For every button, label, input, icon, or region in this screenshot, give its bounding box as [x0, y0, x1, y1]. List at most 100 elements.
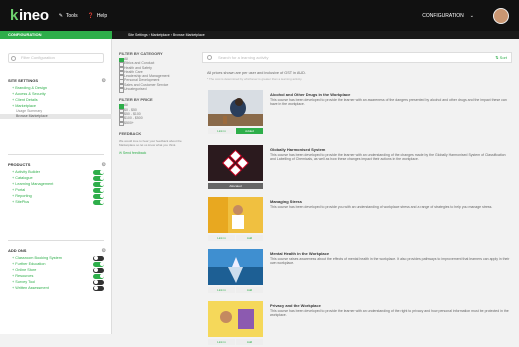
course-description: This course has been developed to provid… — [270, 309, 509, 318]
breadcrumb: Site Settings › Marketplace › Browse Mar… — [112, 31, 519, 39]
toggle-switch[interactable] — [93, 199, 104, 205]
course-card: Alcohol and Other Drugs in the Workplace… — [208, 90, 512, 136]
link-in-button[interactable]: Link in — [208, 235, 235, 241]
gear-icon[interactable]: ⚙ — [102, 161, 106, 169]
item-label: + Online Store — [12, 268, 37, 272]
add-button[interactable]: Add — [236, 235, 263, 241]
course-card: Globally Harmonised System This course h… — [208, 145, 512, 191]
sort-label: Sort — [499, 55, 507, 60]
nav-tools-label: Tools — [65, 12, 78, 19]
toggle-switch[interactable] — [93, 193, 104, 199]
products-header: PRODUCTS ⚙ — [0, 161, 112, 169]
toggle-switch[interactable] — [93, 187, 104, 193]
feedback-text: We would love to hear your feedback abou… — [119, 138, 182, 147]
products-title: PRODUCTS — [8, 162, 31, 167]
tools-icon: ✎ — [58, 12, 63, 19]
logo-text: ineo — [19, 7, 49, 24]
course-description: This course has been developed to provid… — [270, 98, 507, 107]
link-in-button[interactable]: Link in — [208, 287, 235, 293]
add-button[interactable]: Add — [236, 287, 263, 293]
item-label: + Further Education — [12, 262, 46, 266]
gear-icon[interactable]: ⚙ — [102, 77, 106, 85]
top-bar: k ineo ✎ Tools ❓ Help CONFIGURATION ⌄ — [0, 0, 519, 31]
toggle-switch[interactable] — [93, 255, 104, 261]
item-label: + Learning Management — [12, 182, 54, 186]
toggle-switch[interactable] — [93, 261, 104, 267]
send-feedback-link[interactable]: ✉ Send feedback — [119, 151, 197, 155]
course-thumbnail[interactable] — [208, 145, 263, 181]
toggle-switch[interactable] — [93, 175, 104, 181]
added-button[interactable]: Added — [236, 128, 263, 134]
course-title[interactable]: Globally Harmonised System — [270, 147, 325, 152]
chevron-down-icon: ⌄ — [469, 13, 474, 19]
item-label: + Survey Tool — [12, 280, 36, 284]
nav-tools[interactable]: ✎ Tools — [59, 13, 78, 19]
toggle-switch[interactable] — [93, 279, 104, 285]
item-label: + Activity Builder — [12, 170, 40, 174]
sidebar-sub-browse[interactable]: Browse Marketplace — [0, 114, 112, 119]
course-title[interactable]: Alcohol and Other Drugs in the Workplace — [270, 92, 350, 97]
divider — [8, 240, 104, 241]
search-placeholder: Filter Configuration — [21, 55, 55, 60]
divider — [8, 154, 104, 155]
link-in-button[interactable]: Link in — [208, 128, 235, 134]
course-thumbnail[interactable] — [208, 197, 263, 233]
filter-option[interactable]: $500+ — [119, 121, 197, 127]
course-description: This course has been developed to provid… — [270, 153, 506, 162]
search-placeholder: Search for a learning activity — [218, 55, 269, 60]
feedback-title: FEEDBACK — [119, 130, 142, 136]
configuration-dropdown[interactable]: CONFIGURATION ⌄ — [422, 13, 474, 19]
toggle-switch[interactable] — [93, 169, 104, 175]
sidebar-item-marketplace[interactable]: + Marketplace — [0, 103, 112, 109]
search-icon — [11, 56, 16, 61]
avatar[interactable] — [493, 8, 509, 24]
course-description: This course has been developed to provid… — [270, 205, 493, 209]
course-card: Privacy and the Workplace This course ha… — [208, 301, 512, 347]
add-button[interactable]: Add — [236, 339, 263, 345]
course-thumbnail[interactable] — [208, 301, 263, 337]
marketplace-search-input[interactable]: Search for a learning activity ⇅ Sort — [202, 52, 512, 63]
course-title[interactable]: Mental Health in the Workplace — [270, 251, 329, 256]
addons-header: ADD ONS ⚙ — [0, 247, 112, 255]
price-note: All prices shown are per user and inclus… — [207, 71, 306, 75]
course-thumbnail[interactable] — [208, 249, 263, 285]
sidebar-item-siteplus[interactable]: + SitePlus — [0, 199, 112, 205]
toggle-switch[interactable] — [93, 285, 104, 291]
course-title[interactable]: Privacy and the Workplace — [270, 303, 321, 308]
toggle-switch[interactable] — [93, 181, 104, 187]
course-card: Mental Health in the Workplace This cour… — [208, 249, 512, 295]
sort-button[interactable]: ⇅ Sort — [495, 53, 507, 62]
course-thumbnail[interactable] — [208, 90, 263, 126]
send-feedback-label: Send feedback — [122, 150, 147, 155]
filter-option[interactable]: Uncategorised — [119, 87, 197, 93]
nav-help[interactable]: ❓ Help — [88, 13, 108, 19]
price-subnote: * The cost is determined by whichever is… — [207, 77, 303, 81]
course-title[interactable]: Managing Stress — [270, 199, 302, 204]
item-label: + SitePlus — [12, 200, 30, 204]
toggle-switch[interactable] — [93, 273, 104, 279]
site-settings-header: SITE SETTINGS ⚙ — [0, 77, 112, 85]
course-card: Managing Stress This course has been dev… — [208, 197, 512, 243]
toggle-switch[interactable] — [93, 267, 104, 273]
allocated-button[interactable]: Allocated — [208, 183, 263, 189]
gear-icon[interactable]: ⚙ — [102, 247, 106, 255]
link-in-button[interactable]: Link in — [208, 339, 235, 345]
configuration-label: CONFIGURATION — [422, 13, 464, 19]
item-label: + Classroom Booking System — [12, 256, 62, 260]
site-settings-section: SITE SETTINGS ⚙ + Branding & Design + Acc… — [0, 77, 112, 119]
search-icon — [207, 55, 212, 60]
logo-k: k — [10, 7, 19, 24]
config-search-input[interactable]: Filter Configuration — [8, 53, 104, 63]
section-header: CONFIGURATION — [0, 31, 112, 39]
item-label: + Reporting — [12, 194, 32, 198]
addons-section: ADD ONS ⚙ + Classroom Booking System + Fu… — [0, 247, 112, 291]
help-icon: ❓ — [87, 12, 94, 19]
item-label: + Resources — [12, 274, 34, 278]
course-description: This course raises awareness about the e… — [270, 257, 510, 266]
item-label: + Written Assessment — [12, 286, 49, 290]
sidebar-item-written-assessment[interactable]: + Written Assessment — [0, 285, 112, 291]
sidebar: Filter Configuration SITE SETTINGS ⚙ + Br… — [0, 39, 112, 334]
filter-panel: FILTER BY CATEGORY All Ethics and Conduc… — [119, 49, 197, 155]
nav-help-label: Help — [96, 12, 108, 19]
kineo-logo[interactable]: k ineo — [10, 7, 49, 24]
